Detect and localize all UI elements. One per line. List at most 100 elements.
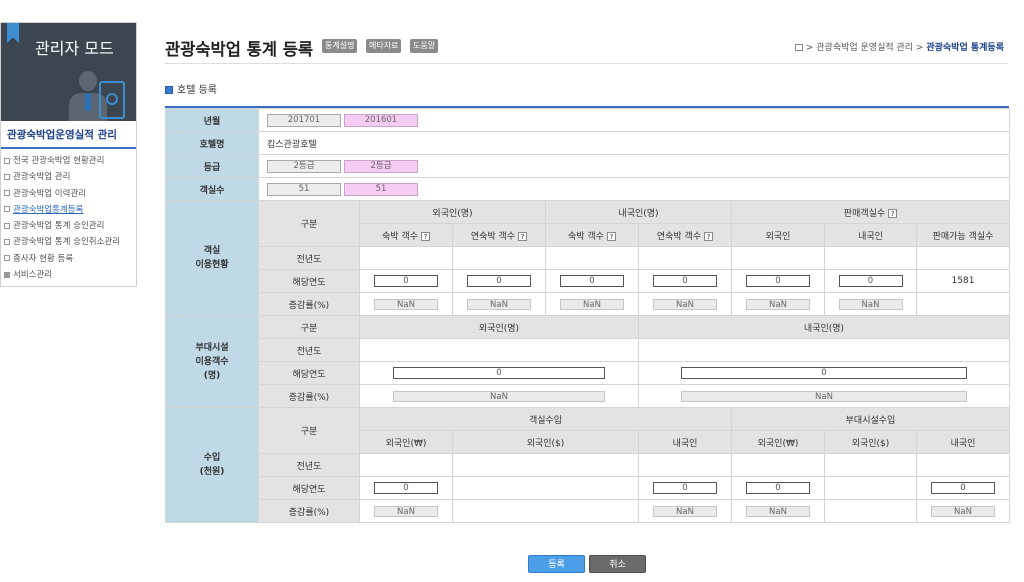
hotel-name-value: 킴스관광호텔 xyxy=(258,131,1010,155)
facility-prev-year-label: 전년도 xyxy=(258,338,360,362)
sidebar-item-label: 관광숙박업통계등록 xyxy=(13,204,84,215)
sold-domestic-header: 내국인 xyxy=(824,223,917,247)
sidebar-menu: 전국 관광숙박업 현황관리 관광숙박업 관리 관광숙박업 이력관리 관광숙박업통… xyxy=(1,149,136,283)
room-usage-prev-cell xyxy=(916,246,1010,270)
register-button[interactable]: 등록 xyxy=(528,555,585,573)
facility-income-domestic-header: 내국인 xyxy=(916,430,1010,454)
income-prev-cell xyxy=(916,453,1010,477)
sold-domestic-input[interactable]: 0 xyxy=(838,275,903,287)
room-usage-foreign-header: 외국인(명) xyxy=(359,200,546,224)
foreign-stay-rooms-header: 숙박 객수? xyxy=(359,223,453,247)
income-label-line2: (천원) xyxy=(199,467,225,477)
facility-income-domestic-input[interactable]: 0 xyxy=(931,482,995,494)
metadata-button[interactable]: 메타자료 xyxy=(366,39,402,53)
income-this-year-label: 해당연도 xyxy=(258,476,360,500)
income-label: 수입 (천원) xyxy=(165,407,259,523)
breadcrumb-current: 관광숙박업 통계등록 xyxy=(926,43,1004,53)
facility-domestic-header: 내국인(명) xyxy=(638,315,1010,339)
sidebar-item-service-management[interactable]: 서비스관리 xyxy=(4,267,136,283)
rate-value: NaN xyxy=(374,505,438,517)
bullet-icon xyxy=(4,157,10,164)
sidebar-item-stats-approval-cancel[interactable]: 관광숙박업 통계 승인취소관리 xyxy=(4,234,136,250)
rate-value: NaN xyxy=(838,298,903,310)
room-income-foreign-usd-cell xyxy=(452,476,639,500)
domestic-cont-rooms-input[interactable]: 0 xyxy=(653,275,717,287)
foreign-cont-rooms-header: 연숙박 객수? xyxy=(452,223,546,247)
sold-foreign-input[interactable]: 0 xyxy=(746,275,810,287)
stats-description-button[interactable]: 통계설명 xyxy=(322,39,358,53)
room-usage-prev-cell xyxy=(452,246,546,270)
cancel-button[interactable]: 취소 xyxy=(589,555,646,573)
sold-rooms-header: 판매객실수? xyxy=(731,200,1010,224)
sidebar-item-stats-approval[interactable]: 관광숙박업 통계 승인관리 xyxy=(4,218,136,234)
domestic-stay-rooms-input[interactable]: 0 xyxy=(560,275,624,287)
income-prev-cell xyxy=(638,453,732,477)
bullet-icon xyxy=(4,222,10,229)
income-prev-cell xyxy=(452,453,639,477)
facility-income-foreign-krw-header: 외국인(₩) xyxy=(731,430,825,454)
rooms-label: 객실수 xyxy=(165,177,259,201)
room-usage-rate-label: 증감률(%) xyxy=(258,292,360,316)
room-income-foreign-krw-input[interactable]: 0 xyxy=(374,482,438,494)
help-question-icon[interactable]: ? xyxy=(704,231,714,241)
room-income-foreign-usd-header: 외국인($) xyxy=(452,430,639,454)
grade-cell: 2등급 2등급 xyxy=(258,154,1010,178)
income-prev-cell xyxy=(731,453,825,477)
col-header-text: 연숙박 객수 xyxy=(470,231,516,242)
help-button[interactable]: 도움말 xyxy=(410,39,439,53)
rooms-current: 51 xyxy=(267,182,341,196)
help-question-icon[interactable]: ? xyxy=(606,231,616,241)
room-income-domestic-input[interactable]: 0 xyxy=(653,482,717,494)
income-prev-year-label: 전년도 xyxy=(258,453,360,477)
hotel-name-label: 호텔명 xyxy=(165,131,259,155)
income-rate-cell xyxy=(452,499,639,523)
help-question-icon[interactable]: ? xyxy=(518,231,528,241)
help-question-icon[interactable]: ? xyxy=(888,208,898,218)
sidebar-item-stats-register[interactable]: 관광숙박업통계등록 xyxy=(4,202,136,218)
sidebar-item-label: 서비스관리 xyxy=(13,270,53,281)
rate-value: NaN xyxy=(681,390,967,402)
section-subtitle-text: 호텔 등록 xyxy=(177,85,217,96)
facility-users-label-line2: 이용객수 xyxy=(195,356,229,367)
bullet-icon xyxy=(4,190,10,197)
facility-users-label: 부대시설 이용객수 (명) xyxy=(165,315,259,408)
col-header-text: 숙박 객수 xyxy=(382,231,418,242)
breadcrumb: > 관광숙박업 운영실적 관리 > 관광숙박업 통계등록 xyxy=(794,40,1004,53)
sidebar-item-label: 관광숙박업 통계 승인취소관리 xyxy=(13,237,121,248)
foreign-stay-rooms-input[interactable]: 0 xyxy=(374,275,438,287)
room-usage-domestic-header: 내국인(명) xyxy=(545,200,732,224)
sidebar-item-label: 전국 관광숙박업 현황관리 xyxy=(13,156,105,166)
sidebar-item-employee-register[interactable]: 종사자 현황 등록 xyxy=(4,251,136,267)
home-icon[interactable] xyxy=(794,44,803,51)
sidebar-item-label: 관광숙박업 이력관리 xyxy=(13,188,87,199)
facility-users-label-line1: 부대시설 xyxy=(195,342,229,353)
col-header-text: 연숙박 객수 xyxy=(656,231,702,242)
year-month-previous: 201601 xyxy=(344,113,418,127)
facility-domestic-input[interactable]: 0 xyxy=(681,367,967,379)
sidebar-item-hotel-management[interactable]: 관광숙박업 관리 xyxy=(4,169,136,185)
sidebar-item-label: 종사자 현황 등록 xyxy=(13,253,74,264)
banner-title: 관리자 모드 xyxy=(35,39,114,58)
facility-foreign-header: 외국인(명) xyxy=(359,315,639,339)
facility-foreign-input[interactable]: 0 xyxy=(393,367,605,379)
foreign-cont-rooms-input[interactable]: 0 xyxy=(467,275,531,287)
sidebar-item-national-status[interactable]: 전국 관광숙박업 현황관리 xyxy=(4,153,136,169)
room-usage-label: 객실 이용현황 xyxy=(165,200,259,316)
col-header-text: 숙박 객수 xyxy=(568,231,604,242)
breadcrumb-path[interactable]: > 관광숙박업 운영실적 관리 > xyxy=(806,43,924,53)
room-usage-prev-cell xyxy=(545,246,639,270)
available-rate-cell xyxy=(916,292,1010,316)
facility-category: 구분 xyxy=(258,315,360,339)
rate-value: NaN xyxy=(653,298,717,310)
sidebar-item-history[interactable]: 관광숙박업 이력관리 xyxy=(4,186,136,202)
facility-income-foreign-krw-input[interactable]: 0 xyxy=(746,482,810,494)
room-usage-label-line2: 이용현황 xyxy=(195,260,229,270)
domestic-stay-rooms-header: 숙박 객수? xyxy=(545,223,639,247)
bullet-icon xyxy=(4,173,10,180)
grade-label: 등급 xyxy=(165,154,259,178)
facility-income-foreign-usd-cell xyxy=(824,476,917,500)
help-question-icon[interactable]: ? xyxy=(420,231,430,241)
grade-current: 2등급 xyxy=(267,159,341,173)
facility-rate-label: 증감률(%) xyxy=(258,384,360,408)
room-usage-prev-cell xyxy=(731,246,825,270)
